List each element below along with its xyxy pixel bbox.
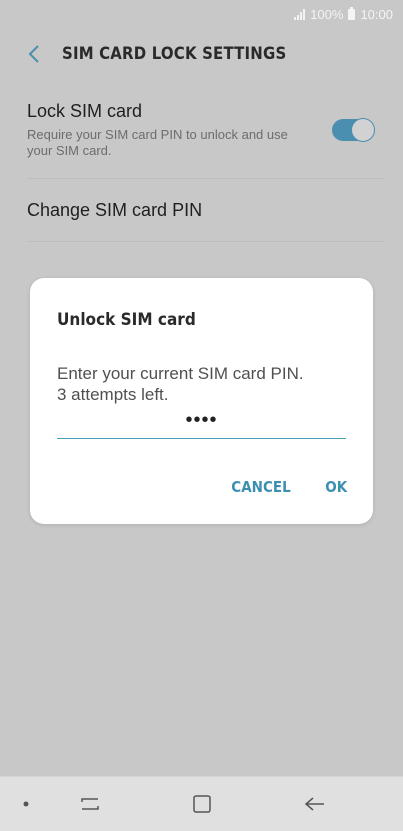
- battery-percent: 100%: [310, 6, 344, 22]
- dot-icon: [23, 801, 29, 807]
- dialog-message: Enter your current SIM card PIN. 3 attem…: [57, 363, 357, 405]
- status-bar: 100% 10:00: [0, 0, 403, 28]
- lock-sim-card-row[interactable]: Lock SIM card Require your SIM card PIN …: [27, 101, 383, 179]
- signal-icon: [294, 8, 306, 20]
- battery-icon: [348, 6, 356, 20]
- arrow-left-icon: [304, 797, 324, 811]
- dialog-message-line2: 3 attempts left.: [57, 385, 169, 404]
- nav-back-button[interactable]: [295, 777, 335, 831]
- lock-sim-card-toggle[interactable]: [332, 118, 375, 142]
- ok-button[interactable]: OK: [325, 478, 347, 496]
- pin-input[interactable]: ••••: [57, 408, 346, 439]
- lock-sim-card-description: Require your SIM card PIN to unlock and …: [27, 127, 288, 158]
- dialog-message-line1: Enter your current SIM card PIN.: [57, 364, 304, 383]
- recent-apps-button[interactable]: [70, 777, 110, 831]
- nav-dot-button[interactable]: [18, 777, 34, 831]
- status-time: 10:00: [360, 6, 393, 22]
- change-sim-pin-row[interactable]: Change SIM card PIN: [27, 180, 383, 242]
- chevron-left-icon: [28, 45, 39, 63]
- change-sim-pin-title: Change SIM card PIN: [27, 200, 203, 220]
- toggle-knob: [351, 118, 375, 142]
- page-title: SIM CARD LOCK SETTINGS: [62, 44, 287, 64]
- recent-apps-icon: [81, 798, 99, 810]
- home-button[interactable]: [182, 777, 222, 831]
- navigation-bar: [0, 776, 403, 831]
- home-icon: [193, 795, 211, 813]
- pin-input-value: ••••: [185, 408, 218, 431]
- screen: 100% 10:00 SIM CARD LOCK SETTINGS Lock S…: [0, 0, 403, 831]
- dialog-title: Unlock SIM card: [57, 310, 196, 330]
- back-button[interactable]: [14, 34, 54, 74]
- cancel-button[interactable]: CANCEL: [231, 478, 290, 496]
- lock-sim-card-title: Lock SIM card: [27, 101, 143, 121]
- unlock-sim-dialog: Unlock SIM card Enter your current SIM c…: [30, 278, 373, 524]
- app-header: SIM CARD LOCK SETTINGS: [0, 30, 403, 78]
